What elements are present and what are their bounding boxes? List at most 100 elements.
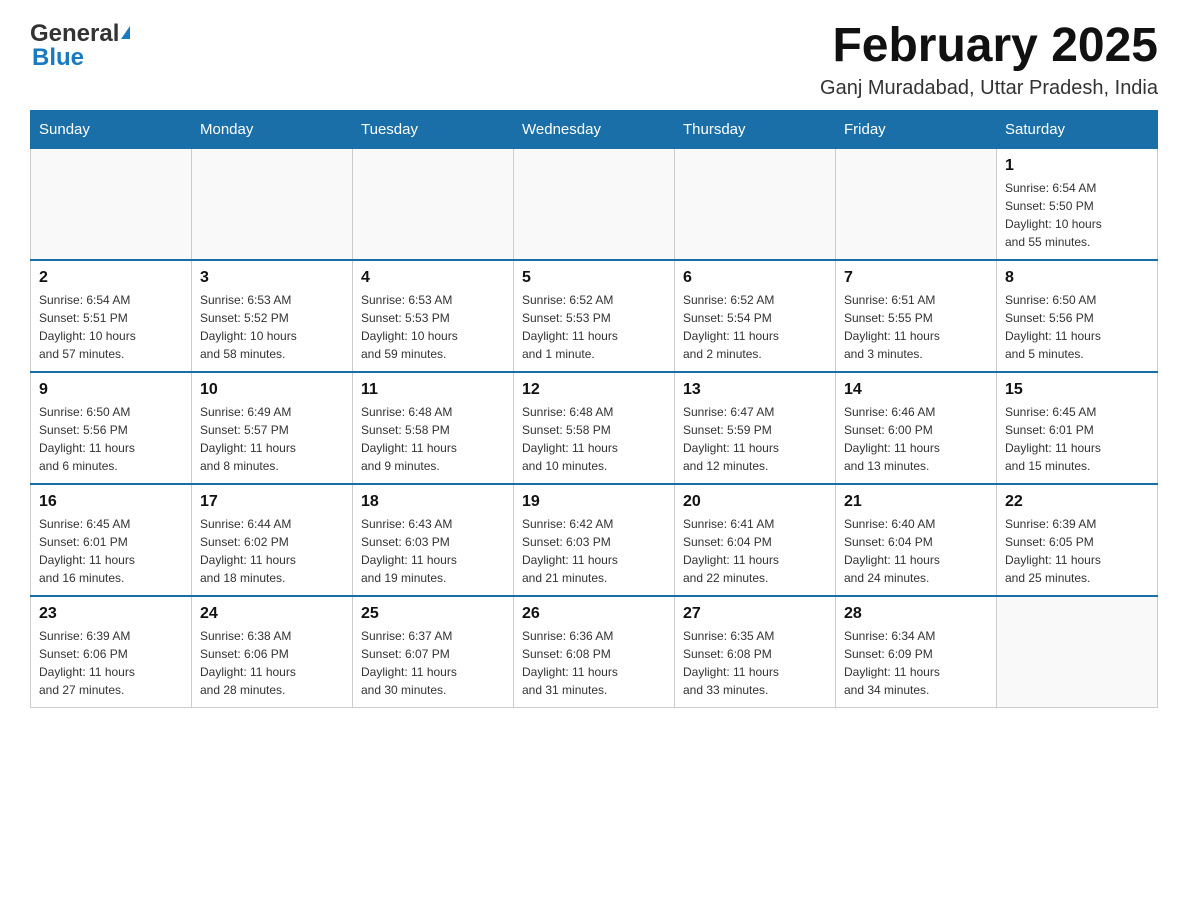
title-block: February 2025 Ganj Muradabad, Uttar Prad…	[820, 20, 1158, 100]
calendar-cell: 25 Sunrise: 6:37 AM Sunset: 6:07 PM Dayli…	[353, 596, 514, 708]
calendar-cell: 23Sunrise: 6:39 AM Sunset: 6:06 PM Dayli…	[31, 596, 192, 708]
day-number: 10	[200, 381, 344, 399]
calendar-cell: 27 Sunrise: 6:35 AM Sunset: 6:08 PM Dayli…	[675, 596, 836, 708]
calendar-cell: 22 Sunrise: 6:39 AM Sunset: 6:05 PM Dayli…	[997, 484, 1158, 596]
day-info: Sunrise: 6:52 AM Sunset: 5:54 PM Dayligh…	[683, 291, 827, 363]
day-info: Sunrise: 6:44 AM Sunset: 6:02 PM Dayligh…	[200, 515, 344, 587]
day-number: 22	[1005, 493, 1149, 511]
day-number: 11	[361, 381, 505, 399]
calendar-cell: 24Sunrise: 6:38 AM Sunset: 6:06 PM Dayli…	[192, 596, 353, 708]
day-info: Sunrise: 6:40 AM Sunset: 6:04 PM Dayligh…	[844, 515, 988, 587]
day-number: 5	[522, 269, 666, 287]
calendar-cell: 5 Sunrise: 6:52 AM Sunset: 5:53 PM Daylig…	[514, 260, 675, 372]
day-number: 19	[522, 493, 666, 511]
calendar-cell	[31, 148, 192, 260]
day-info: Sunrise: 6:39 AM Sunset: 6:05 PM Dayligh…	[1005, 515, 1149, 587]
calendar-cell: 15Sunrise: 6:45 AM Sunset: 6:01 PM Dayli…	[997, 372, 1158, 484]
day-number: 26	[522, 605, 666, 623]
day-info: Sunrise: 6:54 AM Sunset: 5:51 PM Dayligh…	[39, 291, 183, 363]
logo-blue-text: Blue	[30, 44, 84, 72]
day-number: 25	[361, 605, 505, 623]
day-number: 13	[683, 381, 827, 399]
calendar-cell: 11 Sunrise: 6:48 AM Sunset: 5:58 PM Dayli…	[353, 372, 514, 484]
weekday-header-tuesday: Tuesday	[353, 110, 514, 148]
weekday-header-monday: Monday	[192, 110, 353, 148]
day-info: Sunrise: 6:37 AM Sunset: 6:07 PM Dayligh…	[361, 627, 505, 699]
day-info: Sunrise: 6:41 AM Sunset: 6:04 PM Dayligh…	[683, 515, 827, 587]
day-number: 14	[844, 381, 988, 399]
calendar-cell	[836, 148, 997, 260]
calendar-cell	[997, 596, 1158, 708]
day-info: Sunrise: 6:34 AM Sunset: 6:09 PM Dayligh…	[844, 627, 988, 699]
calendar-cell: 2 Sunrise: 6:54 AM Sunset: 5:51 PM Daylig…	[31, 260, 192, 372]
page-header: General Blue February 2025 Ganj Muradaba…	[30, 20, 1158, 100]
logo: General Blue	[30, 20, 130, 72]
day-number: 1	[1005, 157, 1149, 175]
calendar-cell: 12 Sunrise: 6:48 AM Sunset: 5:58 PM Dayli…	[514, 372, 675, 484]
day-info: Sunrise: 6:45 AM Sunset: 6:01 PM Dayligh…	[39, 515, 183, 587]
calendar-cell: 13 Sunrise: 6:47 AM Sunset: 5:59 PM Dayli…	[675, 372, 836, 484]
day-info: Sunrise: 6:39 AM Sunset: 6:06 PM Dayligh…	[39, 627, 183, 699]
calendar-cell	[675, 148, 836, 260]
day-info: Sunrise: 6:49 AM Sunset: 5:57 PM Dayligh…	[200, 403, 344, 475]
calendar-cell: 21 Sunrise: 6:40 AM Sunset: 6:04 PM Dayli…	[836, 484, 997, 596]
day-number: 12	[522, 381, 666, 399]
calendar-week-row: 16 Sunrise: 6:45 AM Sunset: 6:01 PM Dayli…	[31, 484, 1158, 596]
logo-triangle-icon	[121, 26, 130, 39]
weekday-header-thursday: Thursday	[675, 110, 836, 148]
day-info: Sunrise: 6:43 AM Sunset: 6:03 PM Dayligh…	[361, 515, 505, 587]
calendar-cell: 1Sunrise: 6:54 AM Sunset: 5:50 PM Daylig…	[997, 148, 1158, 260]
day-info: Sunrise: 6:35 AM Sunset: 6:08 PM Dayligh…	[683, 627, 827, 699]
calendar-cell: 10 Sunrise: 6:49 AM Sunset: 5:57 PM Dayli…	[192, 372, 353, 484]
calendar-subtitle: Ganj Muradabad, Uttar Pradesh, India	[820, 77, 1158, 100]
day-number: 17	[200, 493, 344, 511]
weekday-header-row: SundayMondayTuesdayWednesdayThursdayFrid…	[31, 110, 1158, 148]
calendar-cell: 26 Sunrise: 6:36 AM Sunset: 6:08 PM Dayli…	[514, 596, 675, 708]
calendar-cell: 16 Sunrise: 6:45 AM Sunset: 6:01 PM Dayli…	[31, 484, 192, 596]
calendar-cell: 14Sunrise: 6:46 AM Sunset: 6:00 PM Dayli…	[836, 372, 997, 484]
day-number: 18	[361, 493, 505, 511]
calendar-cell: 8 Sunrise: 6:50 AM Sunset: 5:56 PM Daylig…	[997, 260, 1158, 372]
weekday-header-sunday: Sunday	[31, 110, 192, 148]
weekday-header-friday: Friday	[836, 110, 997, 148]
day-info: Sunrise: 6:42 AM Sunset: 6:03 PM Dayligh…	[522, 515, 666, 587]
calendar-cell: 19 Sunrise: 6:42 AM Sunset: 6:03 PM Dayli…	[514, 484, 675, 596]
day-info: Sunrise: 6:50 AM Sunset: 5:56 PM Dayligh…	[1005, 291, 1149, 363]
day-number: 7	[844, 269, 988, 287]
day-info: Sunrise: 6:48 AM Sunset: 5:58 PM Dayligh…	[361, 403, 505, 475]
calendar-cell: 28 Sunrise: 6:34 AM Sunset: 6:09 PM Dayli…	[836, 596, 997, 708]
day-info: Sunrise: 6:52 AM Sunset: 5:53 PM Dayligh…	[522, 291, 666, 363]
calendar-week-row: 9Sunrise: 6:50 AM Sunset: 5:56 PM Daylig…	[31, 372, 1158, 484]
calendar-cell: 4Sunrise: 6:53 AM Sunset: 5:53 PM Daylig…	[353, 260, 514, 372]
calendar-cell: 6 Sunrise: 6:52 AM Sunset: 5:54 PM Daylig…	[675, 260, 836, 372]
calendar-week-row: 2 Sunrise: 6:54 AM Sunset: 5:51 PM Daylig…	[31, 260, 1158, 372]
calendar-cell: 20 Sunrise: 6:41 AM Sunset: 6:04 PM Dayli…	[675, 484, 836, 596]
day-number: 6	[683, 269, 827, 287]
calendar-week-row: 1Sunrise: 6:54 AM Sunset: 5:50 PM Daylig…	[31, 148, 1158, 260]
day-number: 8	[1005, 269, 1149, 287]
calendar-cell: 7 Sunrise: 6:51 AM Sunset: 5:55 PM Daylig…	[836, 260, 997, 372]
calendar-week-row: 23Sunrise: 6:39 AM Sunset: 6:06 PM Dayli…	[31, 596, 1158, 708]
day-number: 15	[1005, 381, 1149, 399]
day-number: 28	[844, 605, 988, 623]
day-info: Sunrise: 6:48 AM Sunset: 5:58 PM Dayligh…	[522, 403, 666, 475]
calendar-cell	[514, 148, 675, 260]
day-number: 21	[844, 493, 988, 511]
day-number: 16	[39, 493, 183, 511]
calendar-cell: 18 Sunrise: 6:43 AM Sunset: 6:03 PM Dayli…	[353, 484, 514, 596]
day-number: 3	[200, 269, 344, 287]
day-number: 27	[683, 605, 827, 623]
calendar-cell: 9Sunrise: 6:50 AM Sunset: 5:56 PM Daylig…	[31, 372, 192, 484]
day-number: 4	[361, 269, 505, 287]
weekday-header-saturday: Saturday	[997, 110, 1158, 148]
calendar-cell	[353, 148, 514, 260]
day-info: Sunrise: 6:51 AM Sunset: 5:55 PM Dayligh…	[844, 291, 988, 363]
calendar-cell	[192, 148, 353, 260]
day-info: Sunrise: 6:47 AM Sunset: 5:59 PM Dayligh…	[683, 403, 827, 475]
calendar-cell: 3Sunrise: 6:53 AM Sunset: 5:52 PM Daylig…	[192, 260, 353, 372]
day-number: 2	[39, 269, 183, 287]
day-info: Sunrise: 6:36 AM Sunset: 6:08 PM Dayligh…	[522, 627, 666, 699]
calendar-table: SundayMondayTuesdayWednesdayThursdayFrid…	[30, 110, 1158, 708]
calendar-cell: 17 Sunrise: 6:44 AM Sunset: 6:02 PM Dayli…	[192, 484, 353, 596]
day-number: 20	[683, 493, 827, 511]
